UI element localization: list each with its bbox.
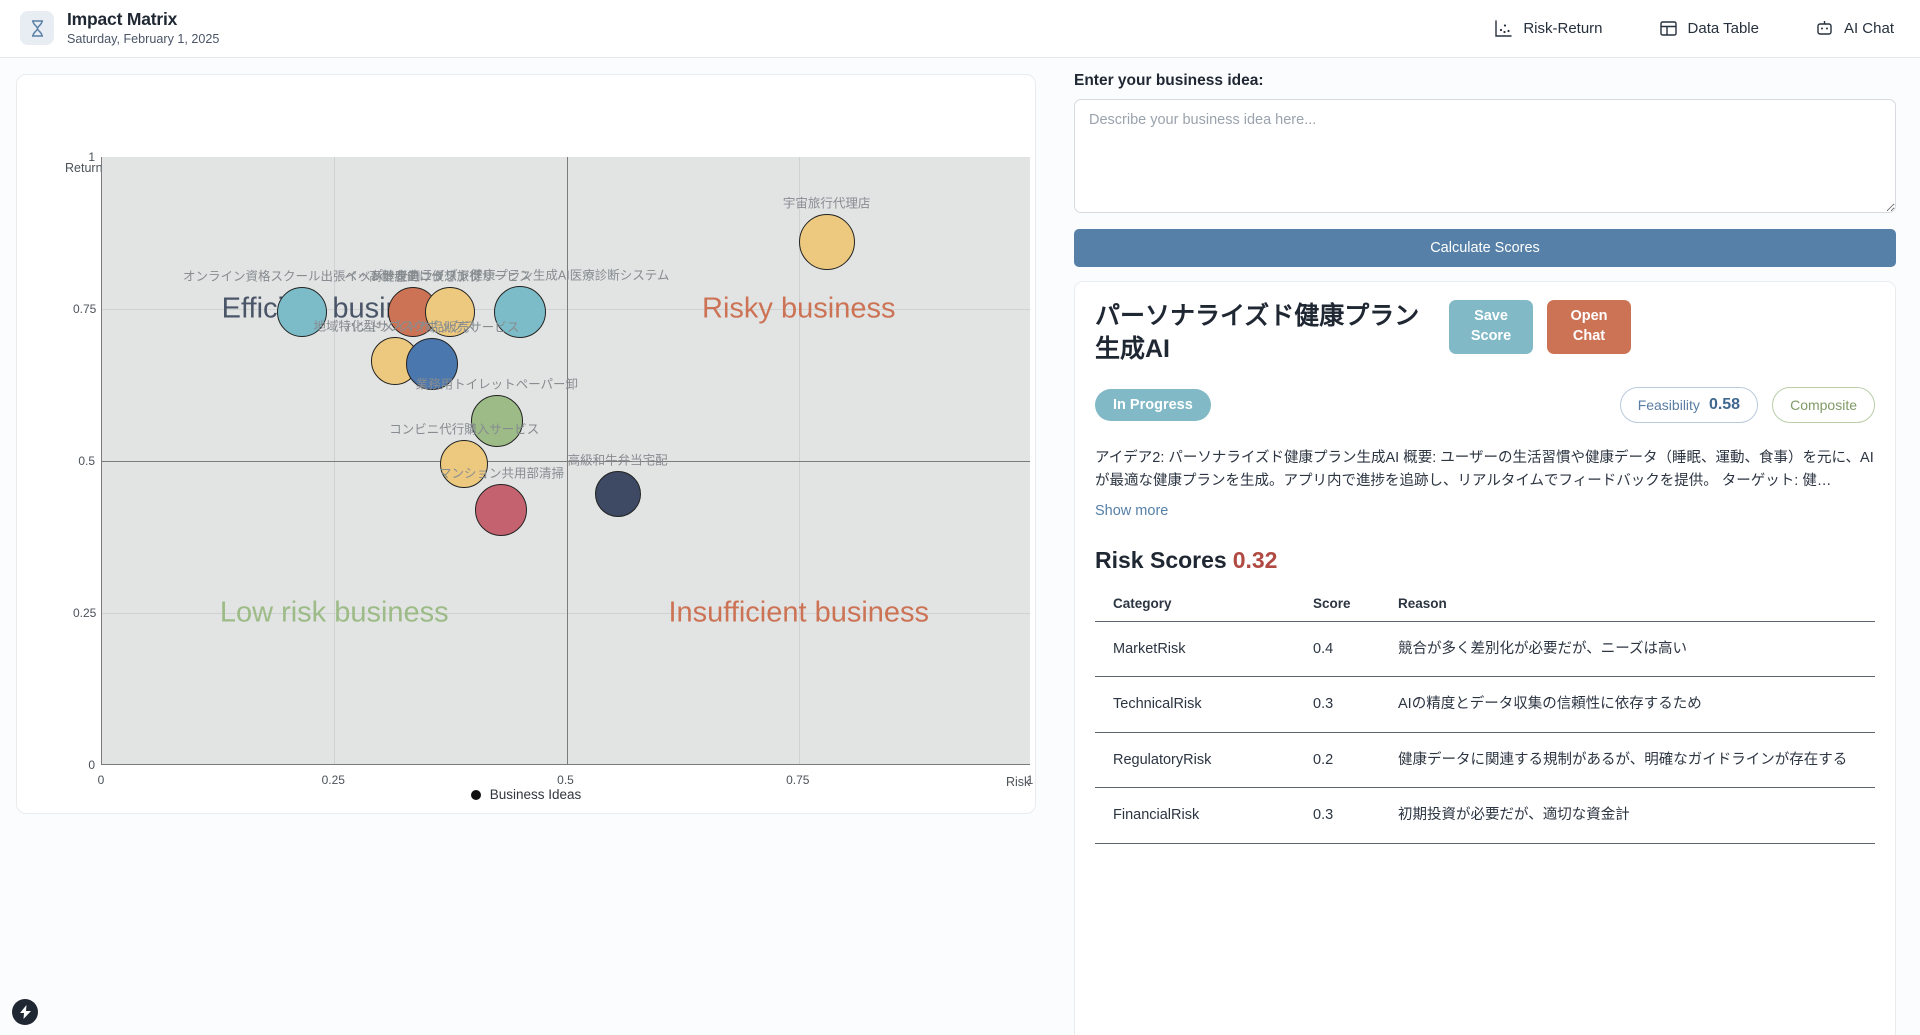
tab-data-table-label: Data Table	[1687, 20, 1759, 37]
idea-input-label: Enter your business idea:	[1074, 72, 1264, 89]
risk-score: 0.4	[1295, 621, 1380, 678]
risk-reason: AIの精度とデータ収集の信頼性に依存するため	[1380, 676, 1875, 733]
risk-scores-heading: Risk Scores 0.32	[1095, 547, 1875, 574]
quadrant-divider-horizontal	[102, 461, 1030, 462]
header-nav: Risk-Return Data Table AI Chat	[1494, 19, 1894, 38]
open-chat-button[interactable]: Open Chat	[1547, 300, 1631, 354]
risk-category: TechnicalRisk	[1095, 676, 1295, 733]
x-axis-tick: 1	[1026, 773, 1034, 787]
y-axis-tick: 0.75	[73, 302, 97, 316]
hourglass-icon	[20, 11, 54, 46]
risk-reason: 競合が多く差別化が必要だが、ニーズは高い	[1380, 621, 1875, 678]
tab-ai-chat-label: AI Chat	[1843, 20, 1894, 37]
chart-bubble[interactable]	[494, 286, 547, 339]
risk-total-value: 0.32	[1232, 546, 1278, 573]
feasibility-metric: Feasibility 0.58	[1619, 387, 1759, 423]
main-layout: Return Risk Efficient business Risky busi…	[0, 58, 1920, 1035]
risk-reason: 健康データに関連する規制があるが、明確なガイドラインが存在する	[1380, 732, 1875, 789]
chart-bubble-label: 宇宙旅行代理店	[782, 196, 871, 211]
chart-bubble-label: ペット健康モニタリング	[344, 269, 482, 284]
risk-category: MarketRisk	[1095, 621, 1295, 678]
column-header-score: Score	[1295, 587, 1380, 622]
metric-row: Feasibility 0.58 Composite	[1619, 387, 1875, 423]
feasibility-value: 0.58	[1708, 396, 1741, 413]
chart-legend: Business Ideas	[17, 787, 1035, 802]
calculate-scores-button[interactable]: Calculate Scores	[1074, 229, 1896, 267]
feasibility-label: Feasibility	[1637, 397, 1700, 413]
table-row: FinancialRisk 0.3 初期投資が必要だが、適切な資金計	[1095, 787, 1875, 844]
x-axis-tick: 0.75	[786, 773, 810, 787]
table-row: RegulatoryRisk 0.2 健康データに関連する規制があるが、明確なガイド…	[1095, 732, 1875, 789]
legend-label: Business Ideas	[489, 787, 582, 802]
x-axis-tick: 0	[97, 773, 105, 787]
chart-bubble[interactable]	[440, 440, 489, 489]
legend-marker-icon	[470, 789, 481, 800]
brand: Impact Matrix Saturday, February 1, 2025	[20, 9, 219, 48]
chart-pane: Return Risk Efficient business Risky busi…	[0, 58, 1052, 1035]
risk-score: 0.3	[1295, 787, 1380, 844]
result-card: パーソナライズド健康プラン生成AI Save Score Open Chat I…	[1074, 281, 1896, 1035]
y-axis-tick: 1	[88, 150, 95, 164]
risk-return-chart[interactable]: Return Risk Efficient business Risky busi…	[16, 74, 1036, 814]
idea-description: アイデア2: パーソナライズド健康プラン生成AI 概要: ユーザーの生活習慣や健…	[1095, 450, 1874, 490]
chart-bubble[interactable]	[798, 214, 855, 271]
tab-data-table[interactable]: Data Table	[1659, 19, 1759, 38]
composite-metric: Composite	[1772, 387, 1875, 423]
risk-score: 0.2	[1295, 732, 1380, 789]
composite-label: Composite	[1790, 397, 1857, 413]
chart-bubble[interactable]	[475, 483, 528, 536]
table-header-row: Category Score Reason	[1095, 587, 1875, 622]
column-header-category: Category	[1095, 587, 1295, 622]
tab-risk-return[interactable]: Risk-Return	[1494, 19, 1603, 38]
y-axis-tick: 0	[88, 758, 95, 772]
chart-bubble-label: オンライン資格スクール出張イベント企画	[182, 269, 421, 284]
risk-reason: 初期投資が必要だが、適切な資金計	[1380, 787, 1875, 844]
risk-score: 0.3	[1295, 676, 1380, 733]
risk-category: FinancialRisk	[1095, 787, 1295, 844]
status-badge: In Progress	[1095, 389, 1211, 421]
tab-risk-return-label: Risk-Return	[1523, 20, 1603, 37]
risk-category: RegulatoryRisk	[1095, 732, 1295, 789]
header-date: Saturday, February 1, 2025	[67, 32, 220, 47]
y-axis-tick: 0.25	[73, 606, 97, 620]
plot-area: Efficient business Risky business Low risk…	[101, 157, 1030, 765]
brand-text: Impact Matrix Saturday, February 1, 2025	[67, 9, 219, 48]
x-axis-tick: 0.5	[557, 773, 574, 787]
x-axis-tick: 0.25	[321, 773, 345, 787]
chart-bubble-label: 高齢者向け仮想旅行サービス	[369, 269, 532, 284]
risk-scores-table: Category Score Reason MarketRisk 0.4 競合が多く…	[1095, 587, 1875, 844]
chart-bubble[interactable]	[405, 337, 458, 390]
risk-table-body: MarketRisk 0.4 競合が多く差別化が必要だが、ニーズは高い Technic…	[1095, 621, 1875, 844]
save-score-button[interactable]: Save Score	[1449, 300, 1533, 354]
scatter-plot-icon	[1494, 19, 1513, 38]
table-row: MarketRisk 0.4 競合が多く差別化が必要だが、ニーズは高い	[1095, 621, 1875, 678]
page-title: Impact Matrix	[67, 9, 178, 30]
badge-row: In Progress Feasibility 0.58 Composite	[1095, 387, 1875, 423]
column-header-reason: Reason	[1380, 587, 1875, 622]
robot-icon	[1815, 19, 1834, 38]
result-header: パーソナライズド健康プラン生成AI Save Score Open Chat	[1095, 300, 1875, 365]
app-header: Impact Matrix Saturday, February 1, 2025…	[0, 0, 1920, 58]
chart-bubble-label: 高級和牛弁当宅配	[567, 453, 668, 468]
chart-bubble[interactable]	[425, 287, 476, 338]
result-title: パーソナライズド健康プラン生成AI	[1095, 302, 1420, 363]
y-axis-tick: 0.5	[78, 454, 95, 468]
business-idea-input[interactable]	[1074, 99, 1896, 213]
chart-bubble-label: パーソナライズド健康プラン生成AI医療診断システム	[370, 268, 670, 283]
risk-scores-label: Risk Scores	[1095, 546, 1227, 573]
chart-bubble[interactable]	[470, 395, 523, 448]
bolt-icon[interactable]	[12, 999, 38, 1025]
chart-bubble[interactable]	[594, 471, 641, 518]
table-icon	[1659, 19, 1678, 38]
side-panel: Enter your business idea: Calculate Scor…	[1052, 58, 1920, 1035]
chart-bubble[interactable]	[276, 287, 327, 338]
tab-ai-chat[interactable]: AI Chat	[1815, 19, 1894, 38]
show-more-link[interactable]: Show more	[1095, 503, 1875, 519]
table-row: TechnicalRisk 0.3 AIの精度とデータ収集の信頼性に依存するため	[1095, 676, 1875, 733]
